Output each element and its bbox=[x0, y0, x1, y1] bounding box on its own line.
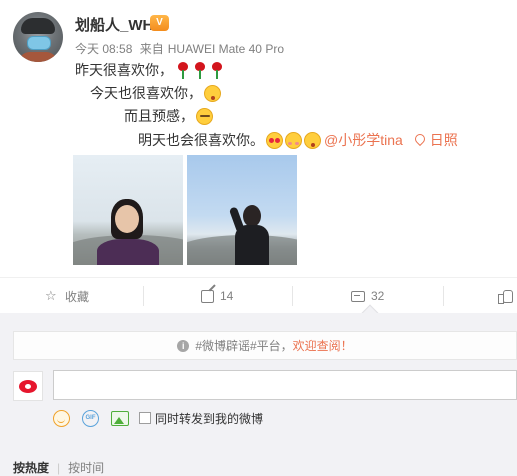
post-text-line-2: 今天也很喜欢你， bbox=[90, 83, 221, 103]
weibo-logo-icon bbox=[19, 379, 37, 393]
current-user-avatar bbox=[13, 371, 43, 401]
sort-by-hot-tab[interactable]: 按热度 bbox=[13, 459, 49, 476]
comment-sort-bar: 按热度 | 按时间 bbox=[13, 459, 104, 476]
emoji-picker-icon[interactable] bbox=[53, 409, 70, 427]
rumor-notice-banner: i #微博辟谣#平台， 欢迎查阅！ bbox=[13, 331, 517, 360]
location-link[interactable]: 日照 bbox=[415, 130, 458, 150]
like-button[interactable] bbox=[498, 278, 513, 314]
vip-badge-icon[interactable]: V bbox=[150, 15, 169, 31]
comment-icon bbox=[351, 290, 365, 302]
mention-link[interactable]: @小彤学tina bbox=[324, 130, 403, 150]
also-repost-checkbox[interactable] bbox=[139, 412, 151, 424]
rose-emoji-icon bbox=[193, 60, 207, 80]
favorite-button[interactable]: ☆ 收藏 bbox=[45, 278, 89, 314]
image-upload-icon[interactable] bbox=[111, 410, 129, 426]
rose-emoji-icon bbox=[210, 60, 224, 80]
comment-panel: i #微博辟谣#平台， 欢迎查阅！ GIF 同时转发到我的微博 按热度 | 按时… bbox=[0, 313, 517, 476]
divider bbox=[143, 286, 144, 306]
blush-emoji-icon bbox=[285, 131, 302, 149]
post-text-line-1: 昨天很喜欢你， bbox=[75, 60, 224, 80]
comment-input[interactable] bbox=[53, 370, 517, 400]
source-prefix: 来自 bbox=[139, 42, 164, 56]
device-source[interactable]: HUAWEI Mate 40 Pro bbox=[168, 42, 284, 56]
heart-eyes-emoji-icon bbox=[266, 131, 283, 149]
info-icon: i bbox=[177, 339, 190, 352]
kiss-emoji-icon bbox=[204, 84, 221, 102]
avatar[interactable] bbox=[13, 12, 63, 62]
rose-emoji-icon bbox=[176, 60, 190, 80]
sort-separator: | bbox=[57, 460, 61, 475]
repost-button[interactable]: 14 bbox=[201, 278, 233, 314]
star-icon: ☆ bbox=[45, 288, 57, 303]
post-meta: 今天 08:58 来自 HUAWEI Mate 40 Pro bbox=[75, 40, 288, 57]
kiss-emoji-icon bbox=[304, 131, 321, 149]
also-repost-label[interactable]: 同时转发到我的微博 bbox=[155, 410, 263, 427]
post-text-line-3: 而且预感， bbox=[124, 106, 213, 126]
thumbs-up-icon bbox=[498, 289, 513, 304]
shy-emoji-icon bbox=[196, 107, 213, 125]
comment-toolbar: GIF 同时转发到我的微博 bbox=[53, 407, 263, 429]
post-text-line-4: 明天也会很喜欢你。 @小彤学tina 日照 bbox=[138, 130, 458, 150]
divider bbox=[292, 286, 293, 306]
post-timestamp[interactable]: 今天 08:58 bbox=[75, 42, 132, 56]
post-action-bar: ☆ 收藏 14 32 bbox=[0, 277, 517, 313]
post-image[interactable] bbox=[73, 155, 183, 265]
repost-icon bbox=[201, 289, 214, 303]
notice-link[interactable]: 欢迎查阅！ bbox=[293, 337, 353, 354]
username[interactable]: 划船人_WH bbox=[75, 14, 153, 35]
divider bbox=[443, 286, 444, 306]
weibo-post: 划船人_WH V 今天 08:58 来自 HUAWEI Mate 40 Pro 昨… bbox=[0, 0, 517, 278]
location-pin-icon bbox=[415, 134, 425, 147]
gif-icon[interactable]: GIF bbox=[82, 409, 99, 427]
post-image[interactable] bbox=[187, 155, 297, 265]
sort-by-time-tab[interactable]: 按时间 bbox=[68, 459, 104, 476]
